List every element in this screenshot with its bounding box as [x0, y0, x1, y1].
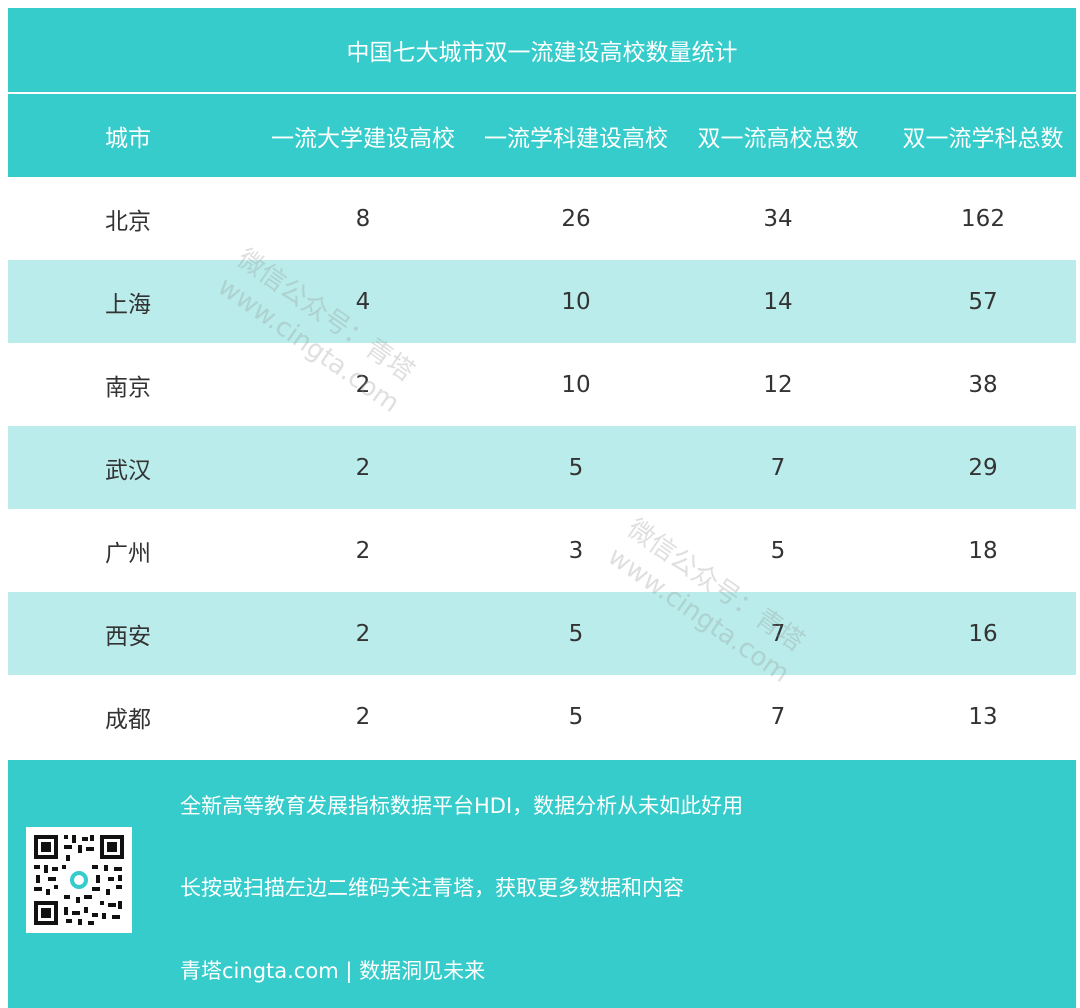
table-row: 北京 8 26 34 162 [8, 177, 1076, 260]
cell-total-disciplines: 38 [968, 371, 998, 398]
table-row: 武汉 2 5 7 29 [8, 426, 1076, 509]
cell-total-univ: 12 [763, 371, 793, 398]
cell-first-class-discipline-univ: 5 [568, 620, 584, 647]
table-row: 成都 2 5 7 13 [8, 675, 1076, 758]
cell-first-class-discipline-univ: 3 [568, 537, 584, 564]
cell-total-univ: 7 [770, 454, 786, 481]
footer-brand-link[interactable]: 青塔cingta.com | 数据洞见未来 [180, 955, 485, 985]
cell-first-class-discipline-univ: 5 [568, 454, 584, 481]
table-row: 上海 4 10 14 57 [8, 260, 1076, 343]
footer-scan-text: 长按或扫描左边二维码关注青塔，获取更多数据和内容 [180, 876, 684, 900]
cell-total-univ: 14 [763, 288, 793, 315]
cell-city: 西安 [105, 623, 151, 650]
cell-first-class-discipline-univ: 26 [561, 205, 591, 232]
header-first-class-discipline-univ: 一流学科建设高校 [484, 125, 668, 152]
cell-first-class-univ: 2 [355, 620, 371, 647]
cell-first-class-univ: 2 [355, 371, 371, 398]
cell-first-class-univ: 2 [355, 454, 371, 481]
cell-total-disciplines: 29 [968, 454, 998, 481]
cell-first-class-univ: 2 [355, 703, 371, 730]
cell-city: 武汉 [105, 457, 151, 484]
cell-first-class-univ: 4 [355, 288, 371, 315]
header-city: 城市 [105, 125, 151, 152]
cell-total-disciplines: 18 [968, 537, 998, 564]
cell-total-disciplines: 13 [968, 703, 998, 730]
header-total-disciplines: 双一流学科总数 [902, 125, 1064, 152]
cell-city: 成都 [105, 706, 151, 733]
table-header-row: 城市 一流大学建设高校 一流学科建设高校 双一流高校总数 双一流学科总数 [8, 94, 1076, 177]
cell-first-class-discipline-univ: 5 [568, 703, 584, 730]
cell-first-class-univ: 2 [355, 537, 371, 564]
header-total-univ: 双一流高校总数 [697, 125, 859, 152]
footer-promo-text: 全新高等教育发展指标数据平台HDI，数据分析从未如此好用 [180, 794, 744, 818]
table-row: 广州 2 3 5 18 [8, 509, 1076, 592]
cell-total-disciplines: 16 [968, 620, 998, 647]
cell-total-univ: 7 [770, 620, 786, 647]
cell-total-disciplines: 57 [968, 288, 998, 315]
table-row: 南京 2 10 12 38 [8, 343, 1076, 426]
cell-total-univ: 7 [770, 703, 786, 730]
cell-first-class-discipline-univ: 10 [561, 288, 591, 315]
cell-city: 北京 [105, 208, 151, 235]
cell-total-disciplines: 162 [961, 205, 1005, 232]
cell-total-univ: 5 [770, 537, 786, 564]
footer-banner: 全新高等教育发展指标数据平台HDI，数据分析从未如此好用 长按或扫描左边二维码关… [8, 760, 1076, 1008]
stats-infographic: 中国七大城市双一流建设高校数量统计 城市 一流大学建设高校 一流学科建设高校 双… [0, 0, 1080, 1008]
cell-city: 广州 [105, 540, 151, 567]
cell-city: 南京 [105, 374, 151, 401]
qr-code-icon[interactable] [26, 827, 132, 933]
cell-total-univ: 34 [763, 205, 793, 232]
cell-first-class-discipline-univ: 10 [561, 371, 591, 398]
table-title: 中国七大城市双一流建设高校数量统计 [8, 8, 1076, 92]
table-row: 西安 2 5 7 16 [8, 592, 1076, 675]
cell-first-class-univ: 8 [355, 205, 371, 232]
header-first-class-univ: 一流大学建设高校 [271, 125, 455, 152]
cell-city: 上海 [105, 291, 151, 318]
